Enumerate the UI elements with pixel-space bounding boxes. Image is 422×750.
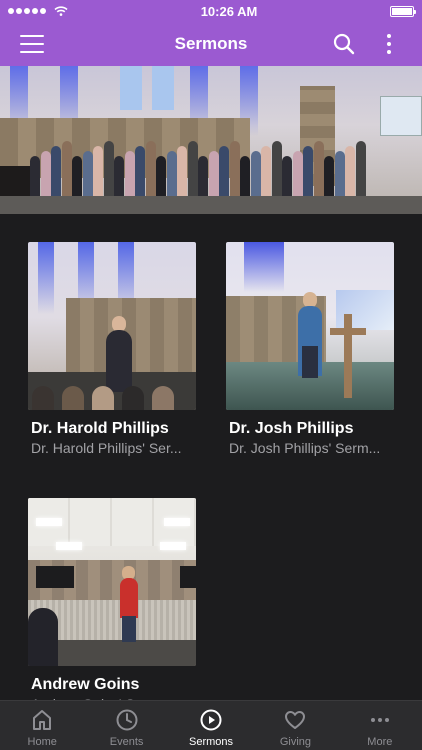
sermon-grid: Dr. Harold Phillips Dr. Harold Phillips'… [0, 214, 422, 712]
hamburger-menu-icon[interactable] [20, 35, 44, 53]
tab-events[interactable]: Events [84, 701, 168, 750]
sermon-title: Andrew Goins [31, 676, 140, 693]
wifi-icon [54, 6, 68, 16]
signal-dot [32, 8, 38, 14]
signal-dot [40, 8, 46, 14]
signal-dot [24, 8, 30, 14]
more-dots-icon [370, 718, 389, 722]
sermon-card[interactable]: Dr. Harold Phillips Dr. Harold Phillips'… [28, 242, 196, 456]
signal-indicator [8, 6, 68, 16]
tab-home[interactable]: Home [0, 701, 84, 750]
tab-label: More [367, 736, 393, 748]
search-icon[interactable] [333, 33, 355, 55]
page-title: Sermons [174, 34, 248, 53]
sermon-card[interactable]: Andrew Goins Andrew Goins' S... [28, 498, 196, 712]
tab-label: Home [27, 736, 57, 748]
battery-icon [389, 5, 416, 17]
navigation-bar: Sermons [0, 22, 422, 66]
tab-label: Events [109, 736, 144, 748]
tab-giving[interactable]: Giving [253, 701, 337, 750]
featured-sermon-image[interactable] [0, 66, 422, 214]
status-time: 10:26 AM [200, 3, 258, 19]
home-icon [33, 710, 52, 730]
tab-sermons[interactable]: Sermons [169, 701, 253, 750]
tab-label: Giving [279, 736, 312, 748]
tab-label: Sermons [189, 736, 234, 748]
signal-dot [16, 8, 22, 14]
play-circle-icon [200, 709, 222, 731]
sermon-thumbnail [28, 242, 196, 410]
sermon-thumbnail [28, 498, 196, 666]
sermon-thumbnail [226, 242, 394, 410]
clock-icon [116, 709, 138, 731]
sermon-title: Dr. Josh Phillips [229, 420, 354, 437]
signal-dot [8, 8, 14, 14]
tab-bar: Home Events Sermons Giving More [0, 700, 422, 750]
vertical-ellipsis-icon[interactable] [380, 32, 398, 56]
sermon-subtitle: Dr. Harold Phillips' Ser... [31, 440, 182, 456]
sermon-subtitle: Dr. Josh Phillips' Serm... [229, 440, 381, 456]
heart-icon [285, 711, 306, 729]
tab-more[interactable]: More [338, 701, 422, 750]
status-bar: 10:26 AM [0, 0, 422, 22]
sermon-card[interactable]: Dr. Josh Phillips Dr. Josh Phillips' Ser… [226, 242, 394, 456]
battery-level [391, 7, 412, 15]
sermon-title: Dr. Harold Phillips [31, 420, 169, 437]
